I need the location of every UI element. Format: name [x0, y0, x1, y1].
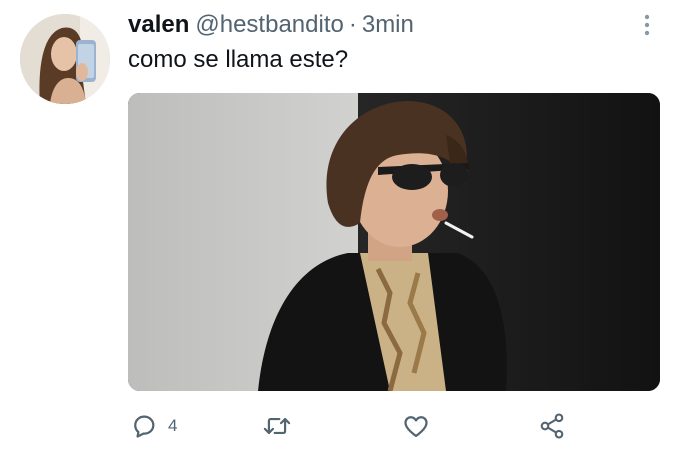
author-name[interactable]: valen: [128, 9, 189, 41]
more-vertical-icon: [644, 14, 650, 36]
tweet-text: como se llama este?: [128, 46, 349, 73]
tweet-header: valen @hestbandito · 3min: [128, 9, 414, 41]
more-options-button[interactable]: [636, 10, 658, 40]
retweet-icon: [263, 417, 291, 435]
like-button[interactable]: [402, 410, 430, 442]
avatar[interactable]: [20, 14, 110, 104]
timestamp[interactable]: 3min: [362, 9, 414, 41]
share-icon: [540, 413, 564, 439]
reply-button[interactable]: 4: [130, 410, 177, 442]
author-handle[interactable]: @hestbandito: [195, 9, 343, 41]
tweet: valen @hestbandito · 3min como se llama …: [0, 0, 680, 453]
profile-photo: [20, 14, 110, 104]
tweet-media[interactable]: [128, 93, 660, 391]
tweet-actions: 4: [128, 406, 668, 446]
heart-icon: [404, 416, 428, 438]
separator: ·: [348, 11, 357, 38]
retweet-button[interactable]: [262, 410, 292, 442]
share-button[interactable]: [538, 410, 566, 442]
reply-count: 4: [168, 416, 178, 435]
photo: [128, 93, 660, 391]
reply-icon: [134, 415, 155, 438]
